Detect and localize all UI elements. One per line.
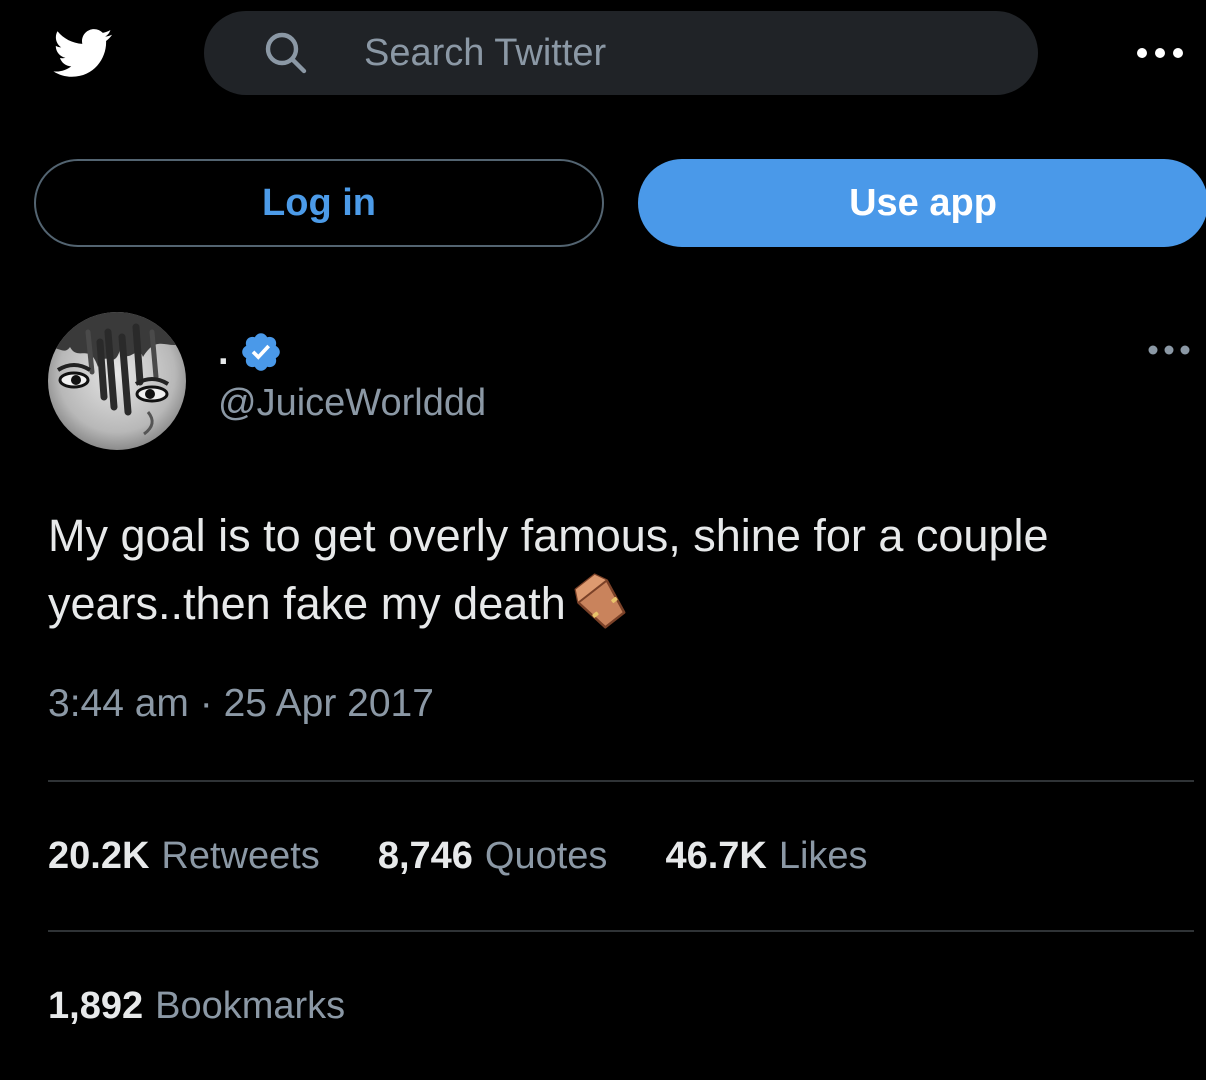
coffin-icon: [574, 573, 626, 629]
retweets-stat[interactable]: 20.2K Retweets: [48, 832, 320, 880]
author-name-row: .: [218, 328, 283, 376]
more-horizontal-icon[interactable]: [1134, 38, 1186, 68]
divider: [48, 930, 1194, 932]
retweets-count: 20.2K: [48, 835, 150, 877]
use-app-button[interactable]: Use app: [638, 159, 1206, 247]
search-icon: [265, 32, 307, 74]
bookmarks-count: 1,892: [48, 985, 144, 1027]
avatar[interactable]: [48, 312, 186, 450]
bookmarks-stat[interactable]: 1,892 Bookmarks: [48, 982, 345, 1030]
bookmarks-label: Bookmarks: [155, 985, 346, 1027]
divider: [48, 780, 1194, 782]
avatar-image: [48, 312, 186, 450]
tweet-stats: 20.2K Retweets 8,746 Quotes 46.7K Likes: [48, 832, 926, 880]
quotes-label: Quotes: [484, 835, 608, 877]
tweet-more-icon[interactable]: [1146, 336, 1192, 364]
verified-badge-icon: [241, 333, 280, 371]
retweets-label: Retweets: [161, 835, 320, 877]
tweet-text-content: My goal is to get overly famous, shine f…: [48, 510, 1049, 629]
tweet-timestamp[interactable]: 3:44 am · 25 Apr 2017: [48, 682, 434, 726]
search-bar[interactable]: [204, 11, 1038, 95]
twitter-bird-icon[interactable]: [44, 22, 120, 84]
likes-count: 46.7K: [665, 835, 767, 877]
search-input[interactable]: [362, 30, 966, 76]
likes-stat[interactable]: 46.7K Likes: [665, 832, 867, 880]
author-display-name[interactable]: .: [218, 333, 229, 371]
login-button[interactable]: Log in: [34, 159, 604, 247]
quotes-stat[interactable]: 8,746 Quotes: [378, 832, 608, 880]
likes-label: Likes: [778, 835, 868, 877]
quotes-count: 8,746: [377, 835, 473, 877]
tweet-text: My goal is to get overly famous, shine f…: [48, 502, 1168, 638]
author-handle[interactable]: @JuiceWorlddd: [218, 382, 486, 425]
